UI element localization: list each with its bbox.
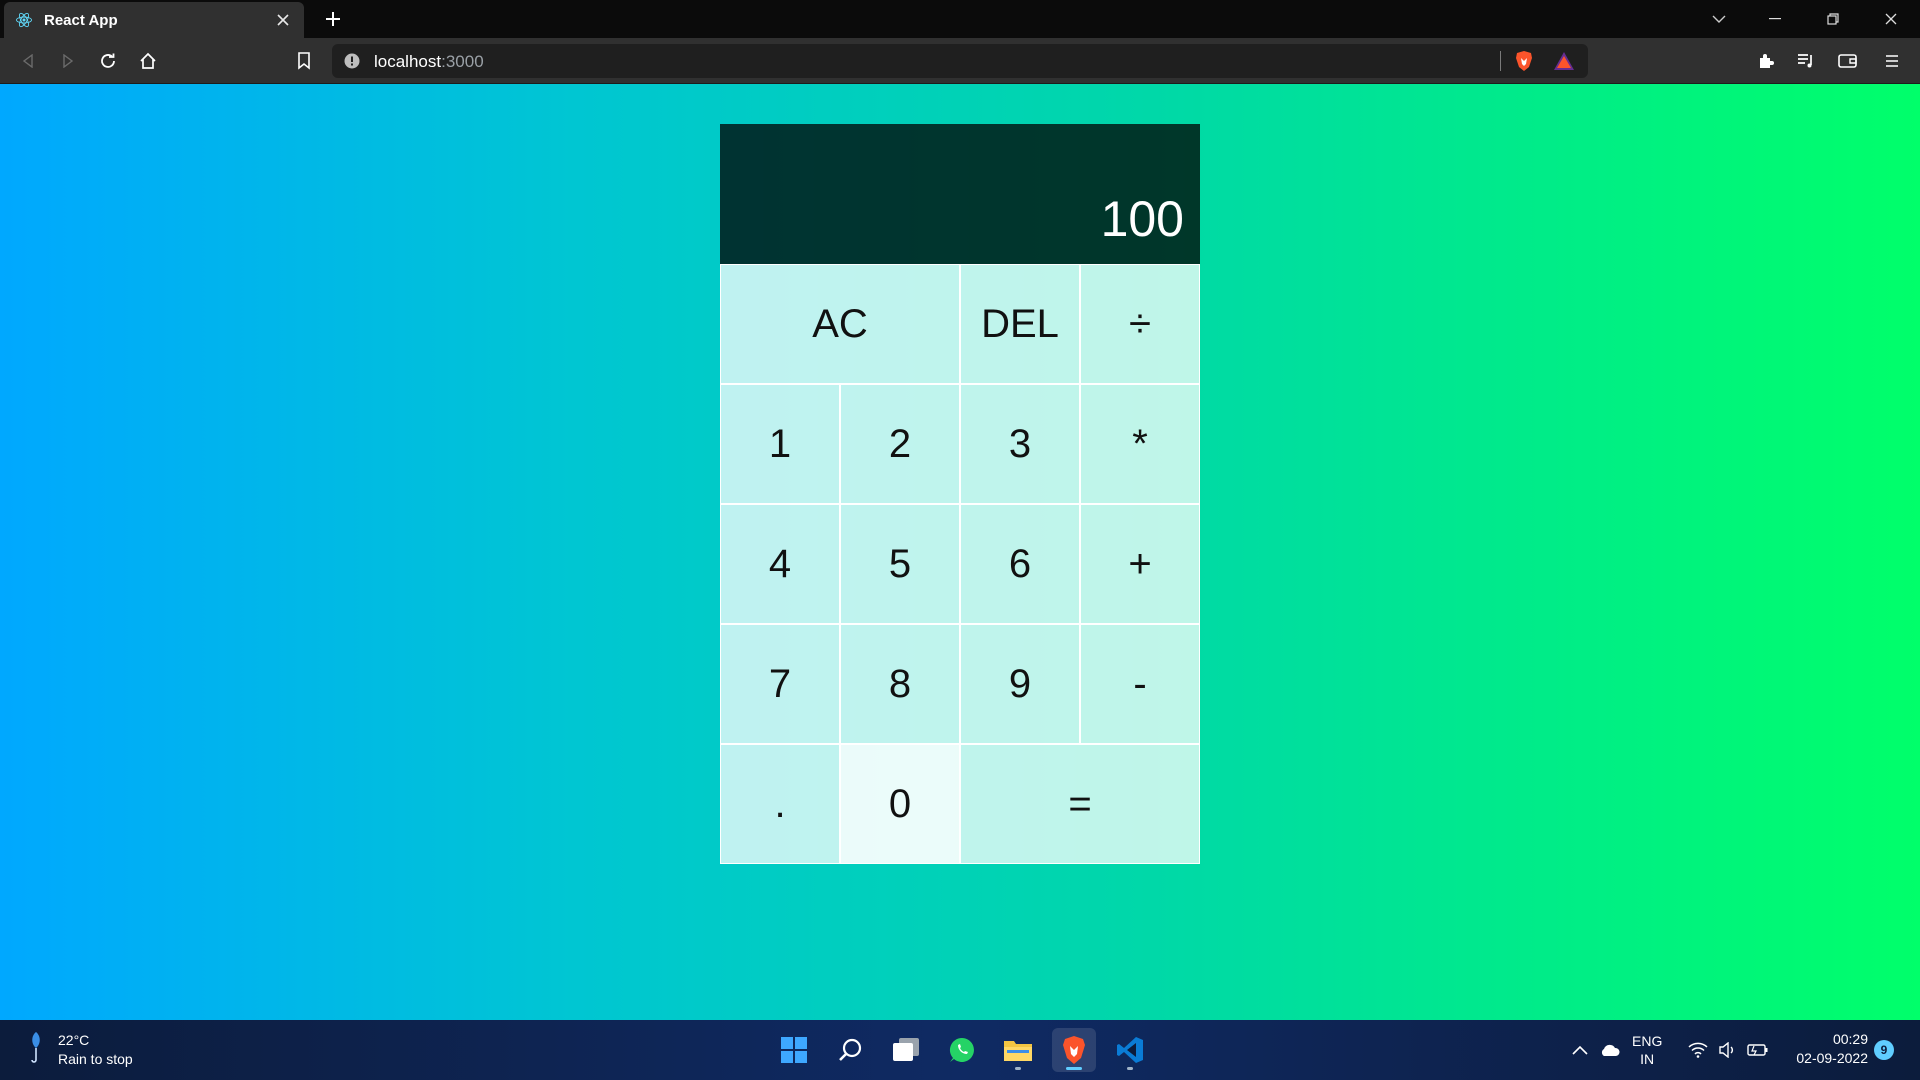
address-bar-divider bbox=[1500, 51, 1501, 71]
forward-icon[interactable] bbox=[52, 45, 84, 77]
start-icon[interactable] bbox=[772, 1028, 816, 1072]
vscode-icon[interactable] bbox=[1108, 1028, 1152, 1072]
multiply-button[interactable]: * bbox=[1080, 384, 1200, 504]
site-info-icon[interactable] bbox=[344, 53, 360, 69]
digit-7-button[interactable]: 7 bbox=[720, 624, 840, 744]
brave-icon[interactable] bbox=[1052, 1028, 1096, 1072]
minus-button[interactable]: - bbox=[1080, 624, 1200, 744]
whatsapp-icon[interactable] bbox=[940, 1028, 984, 1072]
weather-temperature: 22°C bbox=[58, 1031, 90, 1048]
task-view-icon[interactable] bbox=[884, 1028, 928, 1072]
tab-search-chevron-icon[interactable] bbox=[1696, 0, 1742, 38]
running-indicator bbox=[1066, 1067, 1082, 1070]
page-viewport: 100 AC DEL ÷ 1 2 3 * 4 5 6 + 7 8 9 - . 0… bbox=[0, 84, 1920, 1020]
close-window-button[interactable] bbox=[1868, 0, 1914, 38]
back-icon[interactable] bbox=[12, 45, 44, 77]
extensions-icon[interactable] bbox=[1750, 45, 1782, 77]
digit-8-button[interactable]: 8 bbox=[840, 624, 960, 744]
bookmark-icon[interactable] bbox=[288, 45, 320, 77]
region-code: IN bbox=[1640, 1051, 1655, 1067]
url-text: localhost:3000 bbox=[374, 52, 484, 72]
clock-date: 02-09-2022 bbox=[1796, 1050, 1868, 1066]
tab-title: React App bbox=[44, 11, 118, 29]
wallet-icon[interactable] bbox=[1832, 45, 1864, 77]
digit-9-button[interactable]: 9 bbox=[960, 624, 1080, 744]
onedrive-cloud-icon[interactable] bbox=[1598, 1038, 1622, 1062]
equals-button[interactable]: = bbox=[960, 744, 1200, 864]
all-clear-button[interactable]: AC bbox=[720, 264, 960, 384]
weather-description: Rain to stop bbox=[58, 1050, 133, 1067]
calculator-grid: 100 AC DEL ÷ 1 2 3 * 4 5 6 + 7 8 9 - . 0… bbox=[720, 124, 1200, 864]
tab-close-icon[interactable] bbox=[272, 9, 294, 31]
home-icon[interactable] bbox=[132, 45, 164, 77]
digit-1-button[interactable]: 1 bbox=[720, 384, 840, 504]
volume-icon[interactable] bbox=[1716, 1038, 1740, 1062]
brave-shields-icon[interactable] bbox=[1512, 49, 1536, 73]
battery-icon[interactable] bbox=[1746, 1038, 1770, 1062]
reload-icon[interactable] bbox=[92, 45, 124, 77]
current-operand: 100 bbox=[1100, 190, 1184, 247]
menu-icon[interactable] bbox=[1876, 45, 1908, 77]
running-indicator bbox=[1015, 1067, 1021, 1070]
digit-6-button[interactable]: 6 bbox=[960, 504, 1080, 624]
system-clock[interactable]: 00:29 02-09-2022 bbox=[1780, 1030, 1868, 1068]
decimal-button[interactable]: . bbox=[720, 744, 840, 864]
notification-badge[interactable]: 9 bbox=[1874, 1040, 1894, 1060]
wifi-icon[interactable] bbox=[1686, 1038, 1710, 1062]
restore-button[interactable] bbox=[1810, 0, 1856, 38]
language-code: ENG bbox=[1632, 1033, 1663, 1049]
weather-widget[interactable]: 22°C Rain to stop bbox=[28, 1030, 133, 1069]
address-bar[interactable]: localhost:3000 bbox=[332, 44, 1588, 78]
react-logo-icon bbox=[14, 10, 34, 30]
calculator-display: 100 bbox=[720, 124, 1200, 264]
digit-2-button[interactable]: 2 bbox=[840, 384, 960, 504]
browser-tab-strip: React App bbox=[0, 0, 1920, 38]
clock-time: 00:29 bbox=[1832, 1031, 1868, 1047]
weather-text: 22°C Rain to stop bbox=[58, 1031, 133, 1069]
search-icon[interactable] bbox=[828, 1028, 872, 1072]
taskbar: 22°C Rain to stop ENG IN 00:29 02-09-202… bbox=[0, 1020, 1920, 1080]
playlist-icon[interactable] bbox=[1790, 45, 1822, 77]
delete-button[interactable]: DEL bbox=[960, 264, 1080, 384]
new-tab-button[interactable] bbox=[318, 4, 348, 34]
running-indicator bbox=[1127, 1067, 1133, 1070]
chevron-up-icon[interactable] bbox=[1568, 1038, 1592, 1062]
digit-4-button[interactable]: 4 bbox=[720, 504, 840, 624]
digit-3-button[interactable]: 3 bbox=[960, 384, 1080, 504]
url-port: :3000 bbox=[441, 52, 484, 71]
input-language-indicator[interactable]: ENG IN bbox=[1632, 1032, 1662, 1068]
brave-rewards-icon[interactable] bbox=[1552, 49, 1576, 73]
umbrella-icon bbox=[28, 1030, 44, 1069]
file-explorer-icon[interactable] bbox=[996, 1028, 1040, 1072]
url-host: localhost bbox=[374, 52, 442, 71]
digit-0-button[interactable]: 0 bbox=[840, 744, 960, 864]
divide-button[interactable]: ÷ bbox=[1080, 264, 1200, 384]
browser-tab[interactable]: React App bbox=[4, 2, 304, 38]
browser-toolbar: localhost:3000 bbox=[0, 38, 1920, 84]
minimize-button[interactable] bbox=[1752, 0, 1798, 38]
digit-5-button[interactable]: 5 bbox=[840, 504, 960, 624]
plus-button[interactable]: + bbox=[1080, 504, 1200, 624]
